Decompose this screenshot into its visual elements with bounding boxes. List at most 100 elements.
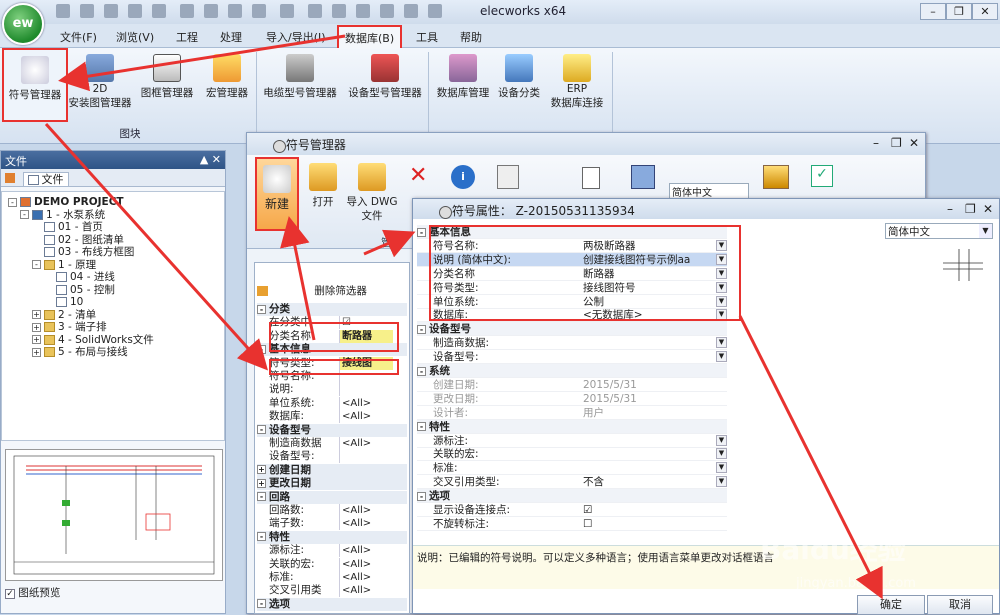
- tree-item[interactable]: 04 - 进线: [44, 271, 115, 284]
- dropdown-icon[interactable]: ▼: [716, 267, 727, 279]
- tree-item[interactable]: 10: [44, 296, 83, 309]
- tree-expander-icon[interactable]: -: [20, 210, 29, 219]
- filter-row[interactable]: 回路数: <All>: [257, 504, 407, 517]
- new-symbol-button[interactable]: 新建: [255, 157, 299, 231]
- language-dropdown-icon[interactable]: ▼: [979, 224, 992, 238]
- section-expander-icon[interactable]: -: [257, 599, 266, 609]
- property-row[interactable]: 分类名称 断路器 ▼: [417, 267, 727, 281]
- filter-row-value[interactable]: <All>: [339, 504, 393, 517]
- property-value[interactable]: 两极断路器: [581, 239, 636, 253]
- filter-section[interactable]: - 基本信息: [257, 343, 407, 357]
- title-block-manager-button[interactable]: 图框管理器: [136, 48, 198, 122]
- redo-icon[interactable]: [152, 4, 166, 18]
- section-expander-icon[interactable]: -: [417, 324, 426, 334]
- dropdown-icon[interactable]: ▼: [716, 476, 727, 488]
- symbol-manager-button[interactable]: 符号管理器: [2, 48, 68, 122]
- preview-toggle[interactable]: ✓ 图纸预览: [5, 585, 60, 600]
- property-row[interactable]: 数据库: <无数据库> ▼: [417, 308, 727, 323]
- filter-row-value[interactable]: 断路器: [339, 329, 393, 343]
- delete-filter-button[interactable]: 删除筛选器: [257, 283, 407, 301]
- property-value[interactable]: [581, 447, 583, 461]
- pointer-icon[interactable]: [180, 4, 194, 18]
- device-classification-button[interactable]: 设备分类: [494, 48, 544, 122]
- tree-item[interactable]: - DEMO PROJECT: [8, 196, 124, 209]
- property-value[interactable]: [581, 336, 583, 350]
- macro-manager-button[interactable]: 宏管理器: [200, 48, 254, 122]
- dropdown-icon[interactable]: ▼: [716, 337, 727, 349]
- menu-process[interactable]: 处理: [220, 29, 242, 45]
- section-expander-icon[interactable]: -: [417, 366, 426, 376]
- cancel-button[interactable]: 取消: [927, 595, 993, 615]
- property-row[interactable]: 符号名称: 两极断路器 ▼: [417, 239, 727, 253]
- filter-row[interactable]: 单位系统: <All>: [257, 396, 407, 410]
- property-value[interactable]: 2015/5/31: [581, 378, 637, 392]
- dropdown-icon[interactable]: ▼: [716, 253, 727, 265]
- tree-item[interactable]: 01 - 首页: [32, 221, 103, 234]
- property-row[interactable]: 设计者: 用户: [417, 406, 727, 420]
- menu-file[interactable]: 文件(F): [60, 29, 97, 45]
- clock-icon[interactable]: [428, 4, 442, 18]
- filter-row-value[interactable]: <All>: [339, 396, 393, 410]
- property-value[interactable]: 不含: [581, 475, 604, 489]
- menu-project[interactable]: 工程: [176, 29, 198, 45]
- info-icon[interactable]: i: [451, 165, 475, 189]
- dialog-language-select[interactable]: 简体中文: [885, 223, 993, 239]
- property-section[interactable]: - 系统: [417, 364, 727, 378]
- cut-icon[interactable]: [204, 4, 218, 18]
- device-type-manager-button[interactable]: 设备型号管理器: [344, 48, 426, 122]
- menu-view[interactable]: 浏览(V): [116, 29, 154, 45]
- save-icon[interactable]: [56, 4, 70, 18]
- print-icon[interactable]: [104, 4, 118, 18]
- filter-row-value[interactable]: <All>: [339, 584, 393, 598]
- filter-row[interactable]: 交叉引用类 <All>: [257, 584, 407, 598]
- filter-row-value[interactable]: <All>: [339, 544, 393, 558]
- language-select[interactable]: 简体中文: [669, 183, 749, 199]
- property-row[interactable]: 单位系统: 公制 ▼: [417, 295, 727, 309]
- preview-checkbox[interactable]: ✓: [5, 589, 15, 599]
- filter-row-value[interactable]: <All>: [339, 557, 393, 571]
- filter-row[interactable]: 设备型号:: [257, 450, 407, 464]
- tree-expander-icon[interactable]: +: [32, 347, 41, 357]
- tree-item[interactable]: +3 - 端子排: [32, 321, 107, 334]
- zoom-fit-icon[interactable]: [380, 4, 394, 18]
- sm-maximize-button[interactable]: ❐: [891, 136, 902, 150]
- open-icon[interactable]: [80, 4, 94, 18]
- sm-minimize-button[interactable]: –: [873, 136, 879, 150]
- pan-icon[interactable]: [404, 4, 418, 18]
- dropdown-icon[interactable]: ▼: [716, 351, 727, 363]
- menu-tools[interactable]: 工具: [416, 29, 438, 45]
- section-expander-icon[interactable]: -: [257, 304, 266, 314]
- section-expander-icon[interactable]: -: [417, 227, 426, 237]
- filter-row[interactable]: 关联的宏: <All>: [257, 557, 407, 571]
- property-section[interactable]: - 特性: [417, 419, 727, 434]
- property-value[interactable]: [581, 434, 583, 448]
- tree-expander-icon[interactable]: +: [32, 335, 41, 344]
- zoom-in-icon[interactable]: [308, 4, 322, 18]
- project-tab-icon[interactable]: [5, 173, 15, 183]
- property-row[interactable]: 符号类型: 接线图符号 ▼: [417, 281, 727, 295]
- close-button[interactable]: ✕: [972, 3, 998, 20]
- pd-minimize-button[interactable]: –: [947, 202, 953, 216]
- section-expander-icon[interactable]: -: [257, 344, 266, 354]
- section-expander-icon[interactable]: -: [417, 491, 426, 501]
- tree-item[interactable]: - 1 - 水泵系统: [20, 209, 105, 222]
- app-logo-icon[interactable]: ew: [2, 3, 44, 45]
- section-expander-icon[interactable]: +: [257, 478, 266, 488]
- dropdown-icon[interactable]: ▼: [716, 295, 727, 307]
- cable-type-manager-button[interactable]: 电缆型号管理器: [258, 48, 342, 122]
- filter-row[interactable]: 源标注: <All>: [257, 544, 407, 558]
- 2d-footprint-manager-button[interactable]: 2D 安装图管理器: [68, 48, 132, 122]
- report-icon[interactable]: [582, 167, 600, 189]
- delete-icon[interactable]: [280, 4, 294, 18]
- property-row[interactable]: 设备型号: ▼: [417, 350, 727, 365]
- undo-icon[interactable]: [128, 4, 142, 18]
- filter-section[interactable]: - 分类: [257, 303, 407, 316]
- filter-row-value[interactable]: <All>: [339, 517, 393, 531]
- section-expander-icon[interactable]: +: [257, 465, 266, 475]
- dropdown-icon[interactable]: ▼: [716, 434, 727, 446]
- filter-row[interactable]: 符号名称:: [257, 370, 407, 383]
- filter-row-value[interactable]: <All>: [339, 571, 393, 584]
- pin-close-icon[interactable]: ▲ ✕: [200, 153, 221, 166]
- filter-row-value[interactable]: <All>: [339, 410, 393, 424]
- property-value[interactable]: 2015/5/31: [581, 392, 637, 406]
